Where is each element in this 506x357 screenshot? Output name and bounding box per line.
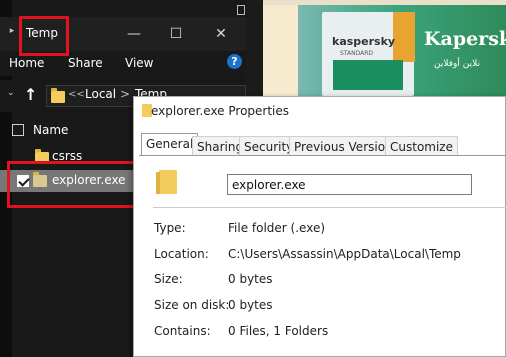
address-folder-icon <box>51 88 65 103</box>
dialog-title: explorer.exe Properties <box>151 104 290 118</box>
size-on-disk-value: 0 bytes <box>228 298 273 312</box>
breadcrumb-separator: > <box>120 87 131 101</box>
size-on-disk-label: Size on disk: <box>154 298 230 312</box>
product-name: kaspersky <box>332 35 396 48</box>
large-folder-icon <box>156 170 177 194</box>
size-label: Size: <box>154 272 183 286</box>
banner-arabic-text: نلاين أوفلاين <box>434 59 480 69</box>
ribbon-view-tab[interactable]: View <box>125 56 153 70</box>
contains-label: Contains: <box>154 324 211 338</box>
product-badge <box>393 12 415 62</box>
breadcrumb-overflow[interactable]: << <box>68 89 85 100</box>
divider <box>153 207 506 208</box>
select-all-checkbox[interactable] <box>12 124 24 136</box>
help-icon[interactable]: ? <box>227 54 242 69</box>
maximize-icon[interactable]: ☐ <box>166 24 186 44</box>
up-arrow-icon[interactable]: ↑ <box>24 85 37 104</box>
column-name-label[interactable]: Name <box>33 123 68 137</box>
location-value: C:\Users\Assassin\AppData\Local\Temp <box>228 247 461 261</box>
tab-customize[interactable]: Customize <box>385 136 458 156</box>
ribbon-home-tab[interactable]: Home <box>9 56 44 70</box>
tab-general[interactable]: General <box>141 133 199 156</box>
recent-locations-icon[interactable]: ⌄ <box>7 88 15 98</box>
name-field[interactable] <box>227 174 472 195</box>
location-label: Location: <box>154 247 209 261</box>
close-icon[interactable]: ✕ <box>211 24 231 44</box>
contains-value: 0 Files, 1 Folders <box>228 324 329 338</box>
small-checkbox-icon[interactable] <box>237 5 245 15</box>
annotation-box-title <box>19 16 69 56</box>
screen: { "explorer": { "window_title": "Temp", … <box>0 0 506 357</box>
type-value: File folder (.exe) <box>228 221 326 235</box>
annotation-box-item <box>7 161 136 208</box>
type-label: Type: <box>154 221 186 235</box>
breadcrumb-local[interactable]: Local <box>85 87 116 101</box>
size-value: 0 bytes <box>228 272 273 286</box>
product-edition: STANDARD <box>340 50 374 57</box>
ribbon-share-tab[interactable]: Share <box>68 56 103 70</box>
brand-title: Kapersky <box>424 28 506 50</box>
product-box-band <box>333 60 403 90</box>
minimize-icon[interactable]: — <box>124 24 144 44</box>
